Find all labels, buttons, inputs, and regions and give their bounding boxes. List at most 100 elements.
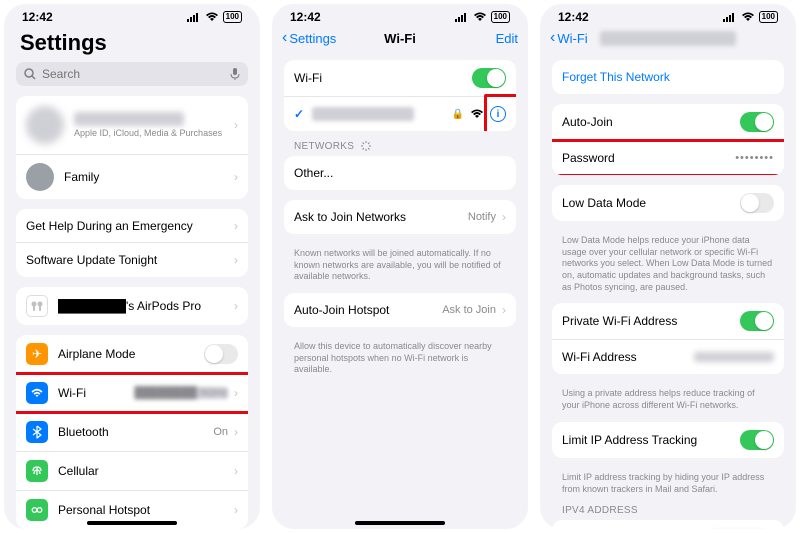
mic-icon[interactable] — [230, 68, 240, 80]
wifi-icon — [26, 382, 48, 404]
back-button[interactable]: ‹Wi-Fi — [550, 30, 588, 46]
battery-icon: 100 — [223, 11, 242, 23]
forget-label: Forget This Network — [562, 70, 774, 84]
airplane-toggle[interactable] — [204, 344, 238, 364]
row-label: Limit IP Address Tracking — [562, 433, 740, 447]
ipv4-header: IPV4 ADDRESS — [546, 505, 790, 520]
nav-title: ████████ 5GHz — [600, 31, 736, 46]
info-icon[interactable]: i — [490, 106, 506, 122]
row-detail: Notify — [468, 211, 496, 223]
row-label: Password — [562, 151, 735, 165]
ask-to-join-row[interactable]: Ask to Join Networks Notify › — [284, 200, 516, 234]
status-icons: 100 — [455, 11, 510, 23]
networks-header: NETWORKS — [278, 141, 522, 156]
row-label: Auto-Join — [562, 115, 740, 129]
other-network-row[interactable]: Other... — [284, 156, 516, 190]
status-time: 12:42 — [290, 10, 321, 24]
bluetooth-icon — [26, 421, 48, 443]
cellular-row[interactable]: Cellular › — [16, 452, 248, 491]
row-label: Bluetooth — [58, 425, 213, 439]
limit-tracking-footer: Limit IP address tracking by hiding your… — [546, 468, 790, 505]
row-label: Other... — [294, 166, 506, 180]
screen-wifi-list: 12:42 100 ‹Settings Wi-Fi Edit Wi-Fi ✓ █… — [272, 4, 528, 529]
edit-button[interactable]: Edit — [496, 31, 518, 46]
airplane-mode-row[interactable]: ✈ Airplane Mode — [16, 335, 248, 374]
row-detail: Ask to Join — [442, 304, 496, 316]
apple-id-row[interactable]: ████████████ Apple ID, iCloud, Media & P… — [16, 96, 248, 155]
airpods-row[interactable]: ████████'s AirPods Pro › — [16, 287, 248, 325]
row-label: Get Help During an Emergency — [26, 219, 228, 233]
row-label: Private Wi-Fi Address — [562, 314, 740, 328]
chevron-right-icon: › — [234, 464, 238, 478]
row-label: ████████'s AirPods Pro — [58, 299, 228, 313]
auto-hotspot-footer: Allow this device to automatically disco… — [278, 337, 522, 386]
private-address-toggle[interactable] — [740, 311, 774, 331]
wifi-icon — [205, 12, 219, 22]
chevron-right-icon: › — [502, 303, 506, 317]
lock-icon: 🔒 — [452, 109, 464, 120]
status-time: 12:42 — [558, 10, 589, 24]
wifi-icon — [741, 12, 755, 22]
wifi-address-row: Wi-Fi Address — [552, 340, 784, 374]
row-label: Wi-Fi Address — [562, 350, 694, 364]
chevron-right-icon: › — [502, 210, 506, 224]
home-indicator[interactable] — [355, 521, 445, 525]
password-value: •••••••• — [735, 152, 774, 164]
wifi-signal-icon — [470, 109, 484, 119]
chevron-left-icon: ‹ — [550, 30, 555, 46]
status-icons: 100 — [187, 11, 242, 23]
row-label: Ask to Join Networks — [294, 210, 468, 224]
cellular-icon — [26, 460, 48, 482]
wifi-row[interactable]: Wi-Fi ████████ 5GHz › — [16, 374, 248, 413]
row-label: Auto-Join Hotspot — [294, 303, 442, 317]
cellular-icon — [723, 12, 737, 22]
airpods-icon — [26, 295, 48, 317]
row-label: Software Update Tonight — [26, 253, 228, 267]
chevron-right-icon: › — [234, 386, 238, 400]
private-address-row: Private Wi-Fi Address — [552, 303, 784, 340]
emergency-help-row[interactable]: Get Help During an Emergency › — [16, 209, 248, 243]
search-input[interactable] — [42, 67, 224, 81]
cellular-icon — [455, 12, 469, 22]
chevron-right-icon: › — [234, 425, 238, 439]
auto-join-toggle[interactable] — [740, 112, 774, 132]
family-row[interactable]: Family › — [16, 155, 248, 199]
search-icon — [24, 68, 36, 80]
software-update-row[interactable]: Software Update Tonight › — [16, 243, 248, 277]
page-title: Settings — [10, 26, 254, 62]
chevron-right-icon: › — [234, 299, 238, 313]
chevron-right-icon: › — [234, 503, 238, 517]
wifi-address-value — [694, 352, 774, 362]
home-indicator[interactable] — [87, 521, 177, 525]
search-field[interactable] — [16, 62, 248, 86]
screen-wifi-detail: 12:42 100 ‹Wi-Fi ████████ 5GHz Forget Th… — [540, 4, 796, 529]
chevron-right-icon: › — [234, 170, 238, 184]
forget-network-row[interactable]: Forget This Network — [552, 60, 784, 94]
back-button[interactable]: ‹Settings — [282, 30, 336, 46]
row-label: Wi-Fi — [58, 386, 134, 400]
connected-network-row[interactable]: ✓ ████████ 5GHz 🔒 i — [284, 97, 516, 131]
chevron-right-icon: › — [234, 253, 238, 267]
family-avatar — [26, 163, 54, 191]
back-label: Settings — [289, 31, 336, 46]
limit-tracking-toggle[interactable] — [740, 430, 774, 450]
chevron-right-icon: › — [234, 219, 238, 233]
apple-id-name: ████████████ — [74, 112, 184, 126]
family-label: Family — [64, 170, 228, 184]
auto-join-hotspot-row[interactable]: Auto-Join Hotspot Ask to Join › — [284, 293, 516, 327]
bluetooth-row[interactable]: Bluetooth On › — [16, 413, 248, 452]
row-label: Low Data Mode — [562, 196, 740, 210]
row-label: Cellular — [58, 464, 228, 478]
configure-ip-row[interactable]: Configure IP › — [552, 520, 784, 529]
wifi-icon — [473, 12, 487, 22]
ask-to-join-footer: Known networks will be joined automatica… — [278, 244, 522, 293]
low-data-toggle[interactable] — [740, 193, 774, 213]
password-row[interactable]: Password •••••••• — [552, 141, 784, 175]
status-bar: 12:42 100 — [4, 4, 260, 26]
checkmark-icon: ✓ — [294, 107, 304, 121]
wifi-toggle[interactable] — [472, 68, 506, 88]
spinner-icon — [361, 141, 371, 151]
wifi-detail: ████████ 5GHz — [134, 387, 228, 399]
status-bar: 12:42 100 — [272, 4, 528, 26]
chevron-left-icon: ‹ — [282, 30, 287, 46]
